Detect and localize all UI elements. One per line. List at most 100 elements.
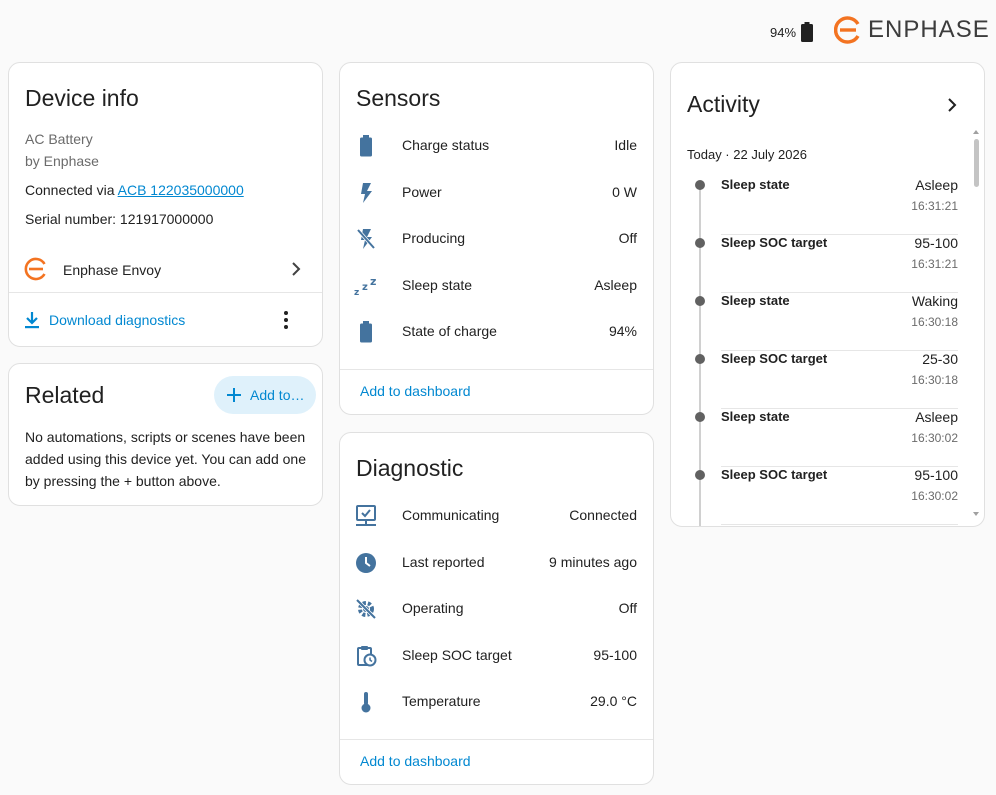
- activity-item[interactable]: Sleep state Waking 16:30:18: [721, 293, 958, 351]
- entity-row-temperature[interactable]: Temperature 29.0 °C: [340, 679, 653, 725]
- svg-text:z: z: [362, 282, 368, 293]
- activity-state: 95-100: [914, 235, 958, 251]
- entity-label: Charge status: [402, 137, 490, 153]
- entity-label: Sleep SOC target: [402, 647, 512, 663]
- sensors-title: Sensors: [356, 85, 441, 111]
- cog-off-icon: [354, 597, 378, 621]
- enphase-logo-icon: [24, 257, 48, 281]
- timeline-dot: [695, 296, 705, 306]
- brand-name: ENPHASE: [868, 16, 990, 43]
- activity-time: 16:30:02: [911, 489, 958, 503]
- clock-icon: [354, 551, 378, 575]
- divider: [9, 292, 322, 293]
- flash-icon: [354, 181, 378, 205]
- activity-state: Asleep: [915, 409, 958, 425]
- sleep-icon: zzz: [354, 274, 378, 298]
- lan-connect-icon: [354, 504, 378, 528]
- scroll-down-icon[interactable]: [972, 511, 980, 517]
- flash-off-icon: [354, 227, 378, 251]
- activity-entity: Sleep state: [721, 409, 790, 424]
- activity-item[interactable]: Sleep state Asleep 16:31:21: [721, 177, 958, 235]
- chevron-right-icon[interactable]: [944, 97, 960, 113]
- activity-card: Activity Today · 22 July 2026 Sleep stat…: [670, 62, 985, 527]
- clipboard-clock-icon: [354, 644, 378, 668]
- entity-row-sleep-state[interactable]: zzz Sleep state Asleep: [340, 263, 653, 309]
- add-to-dashboard-button[interactable]: Add to dashboard: [360, 383, 471, 399]
- entity-label: State of charge: [402, 323, 497, 339]
- brand-logo: ENPHASE: [834, 16, 990, 44]
- entity-row-sleep-soc-target[interactable]: Sleep SOC target 95-100: [340, 633, 653, 679]
- activity-state: Asleep: [915, 177, 958, 193]
- activity-entity: Sleep state: [721, 177, 790, 192]
- timeline-dot: [695, 238, 705, 248]
- activity-item[interactable]: Sleep SOC target 95-100 16:31:21: [721, 235, 958, 293]
- enphase-logo-icon: [834, 16, 860, 44]
- entity-value: 94%: [608, 323, 637, 339]
- related-title: Related: [25, 382, 105, 408]
- download-icon: [25, 312, 39, 329]
- add-to-dashboard-button[interactable]: Add to dashboard: [360, 753, 471, 769]
- timeline-dot: [695, 354, 705, 364]
- activity-item[interactable]: Sleep state Asleep 16:30:02: [721, 409, 958, 467]
- activity-state: 25-30: [922, 351, 958, 367]
- connected-via-link[interactable]: ACB 122035000000: [118, 182, 244, 198]
- activity-time: 16:30:18: [911, 373, 958, 387]
- activity-entity: Sleep SOC target: [721, 235, 828, 250]
- activity-entity: Sleep SOC target: [721, 351, 828, 366]
- entity-row-operating[interactable]: Operating Off: [340, 586, 653, 632]
- activity-title: Activity: [687, 91, 760, 117]
- battery-status: 94%: [770, 22, 814, 42]
- battery-icon: [354, 134, 378, 158]
- entity-value: 29.0 °C: [590, 693, 637, 709]
- entity-row-last-reported[interactable]: Last reported 9 minutes ago: [340, 540, 653, 586]
- svg-text:z: z: [354, 288, 359, 296]
- activity-time: 16:30:02: [911, 431, 958, 445]
- activity-item[interactable]: Sleep SOC target 95-100 16:30:02: [721, 467, 958, 525]
- plus-icon: [227, 388, 241, 402]
- entity-row-producing[interactable]: Producing Off: [340, 216, 653, 262]
- more-options-button[interactable]: [276, 309, 296, 331]
- chevron-right-icon: [292, 262, 301, 276]
- entity-row-power[interactable]: Power 0 W: [340, 170, 653, 216]
- parent-device-row[interactable]: Enphase Envoy: [9, 249, 322, 289]
- battery-icon: [801, 22, 814, 42]
- activity-entity: Sleep SOC target: [721, 467, 828, 482]
- device-model: AC Battery: [25, 131, 93, 147]
- entity-value: Asleep: [594, 277, 637, 293]
- activity-state: 95-100: [914, 467, 958, 483]
- download-diagnostics-button[interactable]: Download diagnostics: [23, 307, 185, 333]
- diagnostic-card: Diagnostic Communicating Connected Last …: [339, 432, 654, 785]
- add-to-label: Add to…: [250, 387, 305, 403]
- diagnostic-title: Diagnostic: [356, 455, 464, 481]
- entity-label: Temperature: [402, 693, 481, 709]
- entity-value: Connected: [569, 507, 637, 523]
- entity-label: Sleep state: [402, 277, 473, 293]
- related-empty-text: No automations, scripts or scenes have b…: [25, 429, 306, 489]
- entity-row-communicating[interactable]: Communicating Connected: [340, 493, 653, 539]
- entity-value: Off: [618, 600, 637, 616]
- entity-value: Idle: [614, 137, 637, 153]
- connected-via: Connected via ACB 122035000000: [25, 182, 244, 198]
- activity-entity: Sleep state: [721, 293, 790, 308]
- entity-row-state-of-charge[interactable]: State of charge 94%: [340, 309, 653, 355]
- entity-row-charge-status[interactable]: Charge status Idle: [340, 123, 653, 169]
- timeline-dot: [695, 180, 705, 190]
- activity-item[interactable]: Sleep SOC target 25-30 16:30:18: [721, 351, 958, 409]
- divider: [340, 739, 653, 740]
- add-to-button[interactable]: Add to…: [214, 376, 316, 414]
- activity-state: Waking: [911, 293, 958, 309]
- more-vertical-icon: [284, 311, 288, 329]
- serial-number: Serial number: 121917000000: [25, 211, 214, 227]
- connected-via-label: Connected via: [25, 182, 118, 198]
- activity-time: 16:31:21: [911, 257, 958, 271]
- entity-label: Last reported: [402, 554, 485, 570]
- entity-value: 9 minutes ago: [549, 554, 637, 570]
- entity-label: Communicating: [402, 507, 500, 523]
- scrollbar-thumb[interactable]: [974, 139, 979, 187]
- scrollbar[interactable]: [972, 129, 980, 517]
- scroll-up-icon[interactable]: [972, 129, 980, 135]
- battery-percent: 94%: [770, 24, 797, 40]
- sensors-card: Sensors Charge status Idle Power 0 W Pro…: [339, 62, 654, 415]
- device-info-title: Device info: [25, 85, 139, 111]
- parent-device-name: Enphase Envoy: [63, 262, 162, 278]
